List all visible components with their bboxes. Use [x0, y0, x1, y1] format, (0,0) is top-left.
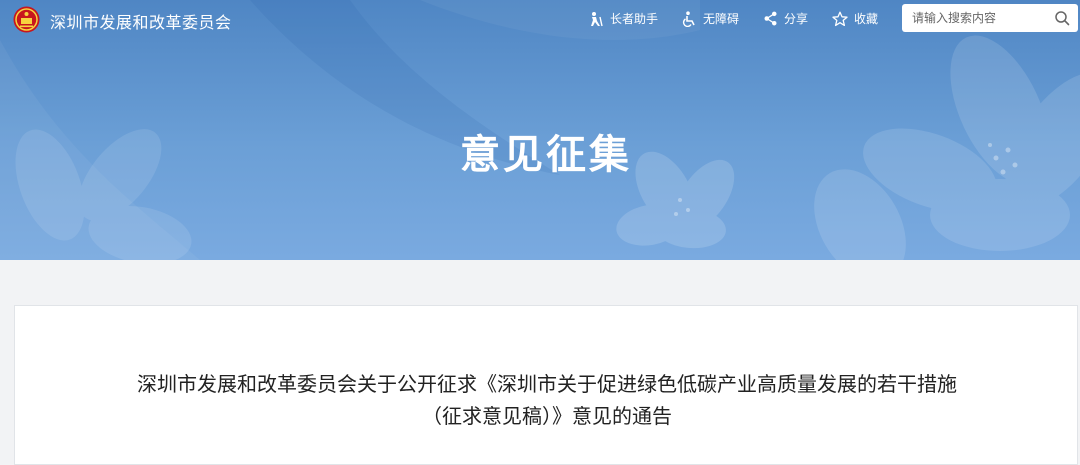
search-input[interactable]: [902, 4, 1048, 32]
elder-assistant-button[interactable]: 长者助手: [588, 10, 658, 27]
accessibility-button[interactable]: 无障碍: [681, 10, 739, 27]
favorite-label: 收藏: [854, 12, 879, 26]
search-box: [902, 4, 1078, 32]
banner-title: 意见征集: [460, 132, 632, 178]
star-icon: [832, 11, 848, 26]
share-button[interactable]: 分享: [763, 10, 808, 27]
article-card: 深圳市发展和改革委员会关于公开征求《深圳市关于促进绿色低碳产业高质量发展的若干措…: [14, 305, 1078, 465]
share-icon: [764, 11, 777, 26]
elder-assistant-label: 长者助手: [610, 12, 659, 26]
article-title: 深圳市发展和改革委员会关于公开征求《深圳市关于促进绿色低碳产业高质量发展的若干措…: [15, 368, 1079, 432]
top-navigation-bar: 深圳市发展和改革委员会 长者助手 无障碍 分享 收藏 请输入搜索内容: [0, 0, 1080, 40]
accessibility-icon: [682, 10, 695, 27]
elder-assistant-icon: [591, 11, 603, 26]
article-title-line-2: （征求意见稿）》意见的通告: [422, 404, 672, 428]
page-banner: 深圳市发展和改革委员会 长者助手 无障碍 分享 收藏 请输入搜索内容 意见征集: [0, 0, 1080, 260]
accessibility-label: 无障碍: [703, 12, 740, 26]
favorite-button[interactable]: 收藏: [832, 10, 878, 27]
share-label: 分享: [784, 12, 809, 26]
article-title-line-1: 深圳市发展和改革委员会关于公开征求《深圳市关于促进绿色低碳产业高质量发展的若干措…: [137, 372, 957, 396]
national-emblem-icon: [13, 6, 40, 33]
site-name[interactable]: 深圳市发展和改革委员会: [50, 9, 232, 33]
search-icon[interactable]: [1054, 10, 1070, 26]
